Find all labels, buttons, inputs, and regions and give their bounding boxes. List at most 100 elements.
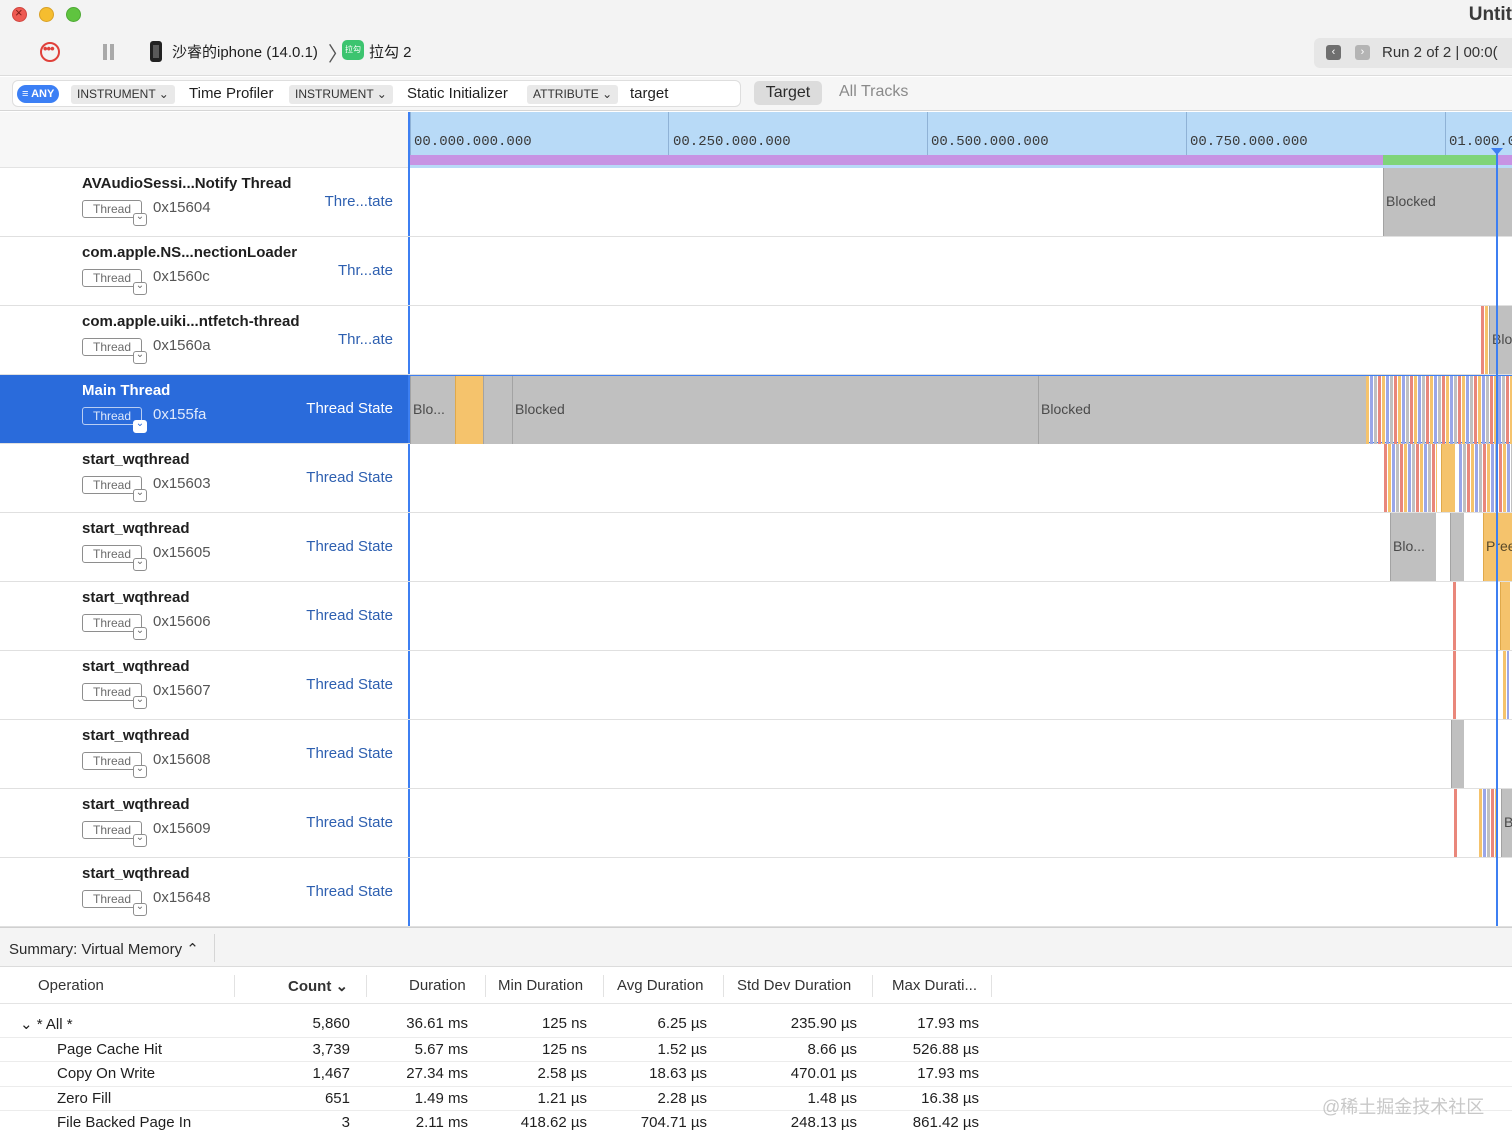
filter-value-time-profiler[interactable]: Time Profiler	[189, 84, 273, 104]
thread-state-lane[interactable]: Bl...	[408, 789, 1512, 857]
filter-any-token[interactable]: ≡ ANY	[17, 85, 60, 103]
thread-track[interactable]: start_wqthread Thread 0x15607 Thread State	[0, 651, 1512, 720]
column-divider[interactable]	[872, 975, 873, 997]
column-divider[interactable]	[485, 975, 486, 997]
thread-track[interactable]: com.apple.NS...nectionLoader Thread 0x1560…	[0, 237, 1512, 306]
thread-state-blocked-segment[interactable]: Blocked	[512, 376, 1039, 444]
thread-state-blocked-segment[interactable]: Blocked	[1038, 376, 1366, 444]
column-header-operation[interactable]: Operation	[38, 977, 104, 994]
column-divider[interactable]	[723, 975, 724, 997]
thread-state-lane[interactable]: Blo... Preempted	[408, 513, 1512, 581]
thread-type-badge[interactable]: Thread	[82, 683, 147, 709]
timeline-ruler[interactable]: 00.000.000.000 00.250.000.000 00.500.000…	[408, 112, 1512, 168]
thread-track[interactable]: start_wqthread Thread 0x15605 Thread State B…	[0, 513, 1512, 582]
column-header-duration[interactable]: Duration	[409, 977, 466, 994]
thread-state-blocked-segment[interactable]: Blo...	[410, 376, 455, 444]
track-label-area[interactable]: com.apple.NS...nectionLoader Thread 0x1560…	[0, 237, 408, 305]
target-scope-button[interactable]: Target	[754, 81, 822, 105]
thread-state-lane[interactable]	[408, 858, 1512, 926]
track-label-area[interactable]: Main Thread Thread 0x155fa Thread State	[0, 375, 408, 443]
thread-type-badge[interactable]: Thread	[82, 200, 147, 226]
thread-track[interactable]: start_wqthread Thread 0x15603 Thread State	[0, 444, 1512, 513]
target-app-selector[interactable]: 拉勾 2	[369, 41, 412, 62]
thread-state-running-segment[interactable]	[1453, 651, 1456, 719]
thread-state-running-segment[interactable]	[1453, 582, 1456, 650]
track-label-area[interactable]: start_wqthread Thread 0x15603 Thread State	[0, 444, 408, 512]
summary-view-selector[interactable]: Summary: Virtual Memory ⌃	[9, 940, 199, 958]
thread-track[interactable]: start_wqthread Thread 0x15648 Thread State	[0, 858, 1512, 927]
filter-value-target[interactable]: target	[630, 84, 668, 104]
track-label-area[interactable]: start_wqthread Thread 0x15607 Thread State	[0, 651, 408, 719]
thread-state-lane[interactable]	[408, 720, 1512, 788]
thread-track[interactable]: com.apple.uiki...ntfetch-thread Thread 0x1…	[0, 306, 1512, 375]
thread-type-badge[interactable]: Thread	[82, 890, 147, 916]
thread-track[interactable]: Main Thread Thread 0x155fa Thread State Blo.…	[0, 375, 1512, 444]
thread-state-preempted-segment[interactable]	[455, 376, 483, 444]
track-label-area[interactable]: start_wqthread Thread 0x15608 Thread State	[0, 720, 408, 788]
table-row[interactable]: File Backed Page In 3 2.11 ms 418.62 µs 704.…	[0, 1110, 1512, 1134]
thread-state-running-segment[interactable]	[1459, 444, 1512, 512]
filter-key-attribute[interactable]: ATTRIBUTE ⌄	[527, 85, 619, 104]
next-run-button[interactable]: ›	[1355, 45, 1370, 60]
track-label-area[interactable]: start_wqthread Thread 0x15648 Thread State	[0, 858, 408, 926]
table-row[interactable]: Zero Fill 651 1.49 ms 1.21 µs 2.28 µs 1.48 µs…	[0, 1085, 1512, 1110]
thread-track[interactable]: start_wqthread Thread 0x15608 Thread State	[0, 720, 1512, 789]
thread-type-badge[interactable]: Thread	[82, 338, 147, 364]
thread-state-lane[interactable]	[408, 582, 1512, 650]
minimize-window-button[interactable]	[39, 7, 54, 22]
thread-type-badge[interactable]: Thread	[82, 614, 147, 640]
table-row[interactable]: Copy On Write 1,467 27.34 ms 2.58 µs 18.63 µ…	[0, 1061, 1512, 1085]
thread-state-blocked-segment[interactable]: Blocked	[1383, 168, 1512, 236]
thread-state-lane[interactable]	[408, 237, 1512, 305]
thread-state-lane[interactable]	[408, 444, 1512, 512]
column-header-std-dev-duration[interactable]: Std Dev Duration	[737, 977, 851, 994]
thread-state-preempted-segment[interactable]	[1500, 582, 1510, 650]
thread-type-badge[interactable]: Thread	[82, 545, 147, 571]
track-filter-field[interactable]: ≡ ANY INSTRUMENT ⌄ Time Profiler INSTRUM…	[12, 80, 741, 107]
thread-state-blocked-segment[interactable]	[483, 376, 512, 444]
thread-type-badge[interactable]: Thread	[82, 752, 147, 778]
record-button[interactable]: •••	[40, 41, 60, 62]
thread-state-running-segment[interactable]	[1481, 306, 1489, 374]
thread-type-badge[interactable]: Thread	[82, 269, 147, 295]
thread-state-preempted-segment[interactable]	[1441, 444, 1455, 512]
column-header-count[interactable]: Count ⌄	[288, 977, 348, 995]
thread-state-lane[interactable]	[408, 651, 1512, 719]
track-label-area[interactable]: start_wqthread Thread 0x15605 Thread State	[0, 513, 408, 581]
column-header-min-duration[interactable]: Min Duration	[498, 977, 583, 994]
table-row[interactable]: Page Cache Hit 3,739 5.67 ms 125 ns 1.52 µs 8…	[0, 1036, 1512, 1061]
all-tracks-scope-button[interactable]: All Tracks	[839, 83, 908, 101]
thread-state-blocked-segment[interactable]: Bl...	[1501, 789, 1512, 857]
thread-state-lane[interactable]: Blocked	[408, 306, 1512, 374]
thread-state-running-segment[interactable]	[1384, 444, 1437, 512]
thread-state-blocked-segment[interactable]	[1451, 720, 1464, 788]
thread-state-blocked-segment[interactable]	[1450, 513, 1464, 581]
thread-state-running-segment[interactable]	[1366, 376, 1512, 444]
pause-button[interactable]	[102, 44, 116, 60]
previous-run-button[interactable]: ‹	[1326, 45, 1341, 60]
thread-track[interactable]: start_wqthread Thread 0x15606 Thread State	[0, 582, 1512, 651]
column-divider[interactable]	[991, 975, 992, 997]
thread-type-badge[interactable]: Thread	[82, 476, 147, 502]
track-label-area[interactable]: com.apple.uiki...ntfetch-thread Thread 0x1…	[0, 306, 408, 374]
column-header-max-duration[interactable]: Max Durati...	[892, 977, 977, 994]
table-row[interactable]: ⌄ * All * 5,860 36.61 ms 125 ns 6.25 µs 235.9…	[0, 1012, 1512, 1036]
thread-track[interactable]: AVAudioSessi...Notify Thread Thread 0x1560…	[0, 168, 1512, 237]
thread-track[interactable]: start_wqthread Thread 0x15609 Thread State B…	[0, 789, 1512, 858]
zoom-window-button[interactable]	[66, 7, 81, 22]
thread-state-blocked-segment[interactable]: Blocked	[1489, 306, 1512, 374]
filter-key-instrument[interactable]: INSTRUMENT ⌄	[289, 85, 393, 104]
track-label-area[interactable]: start_wqthread Thread 0x15606 Thread State	[0, 582, 408, 650]
close-window-button[interactable]	[12, 5, 27, 22]
track-label-area[interactable]: start_wqthread Thread 0x15609 Thread State	[0, 789, 408, 857]
column-divider[interactable]	[603, 975, 604, 997]
column-header-avg-duration[interactable]: Avg Duration	[617, 977, 703, 994]
device-selector[interactable]: 沙睿的iphone (14.0.1)	[172, 41, 318, 62]
filter-value-static-initializer[interactable]: Static Initializer	[407, 84, 508, 104]
thread-state-lane[interactable]: Blocked	[408, 168, 1512, 236]
thread-type-badge[interactable]: Thread	[82, 407, 147, 433]
playhead-handle[interactable]	[1491, 148, 1503, 155]
thread-state-running-segment[interactable]	[1454, 789, 1457, 857]
thread-state-lane[interactable]: Blo... Blocked Blocked	[408, 375, 1512, 444]
column-divider[interactable]	[366, 975, 367, 997]
